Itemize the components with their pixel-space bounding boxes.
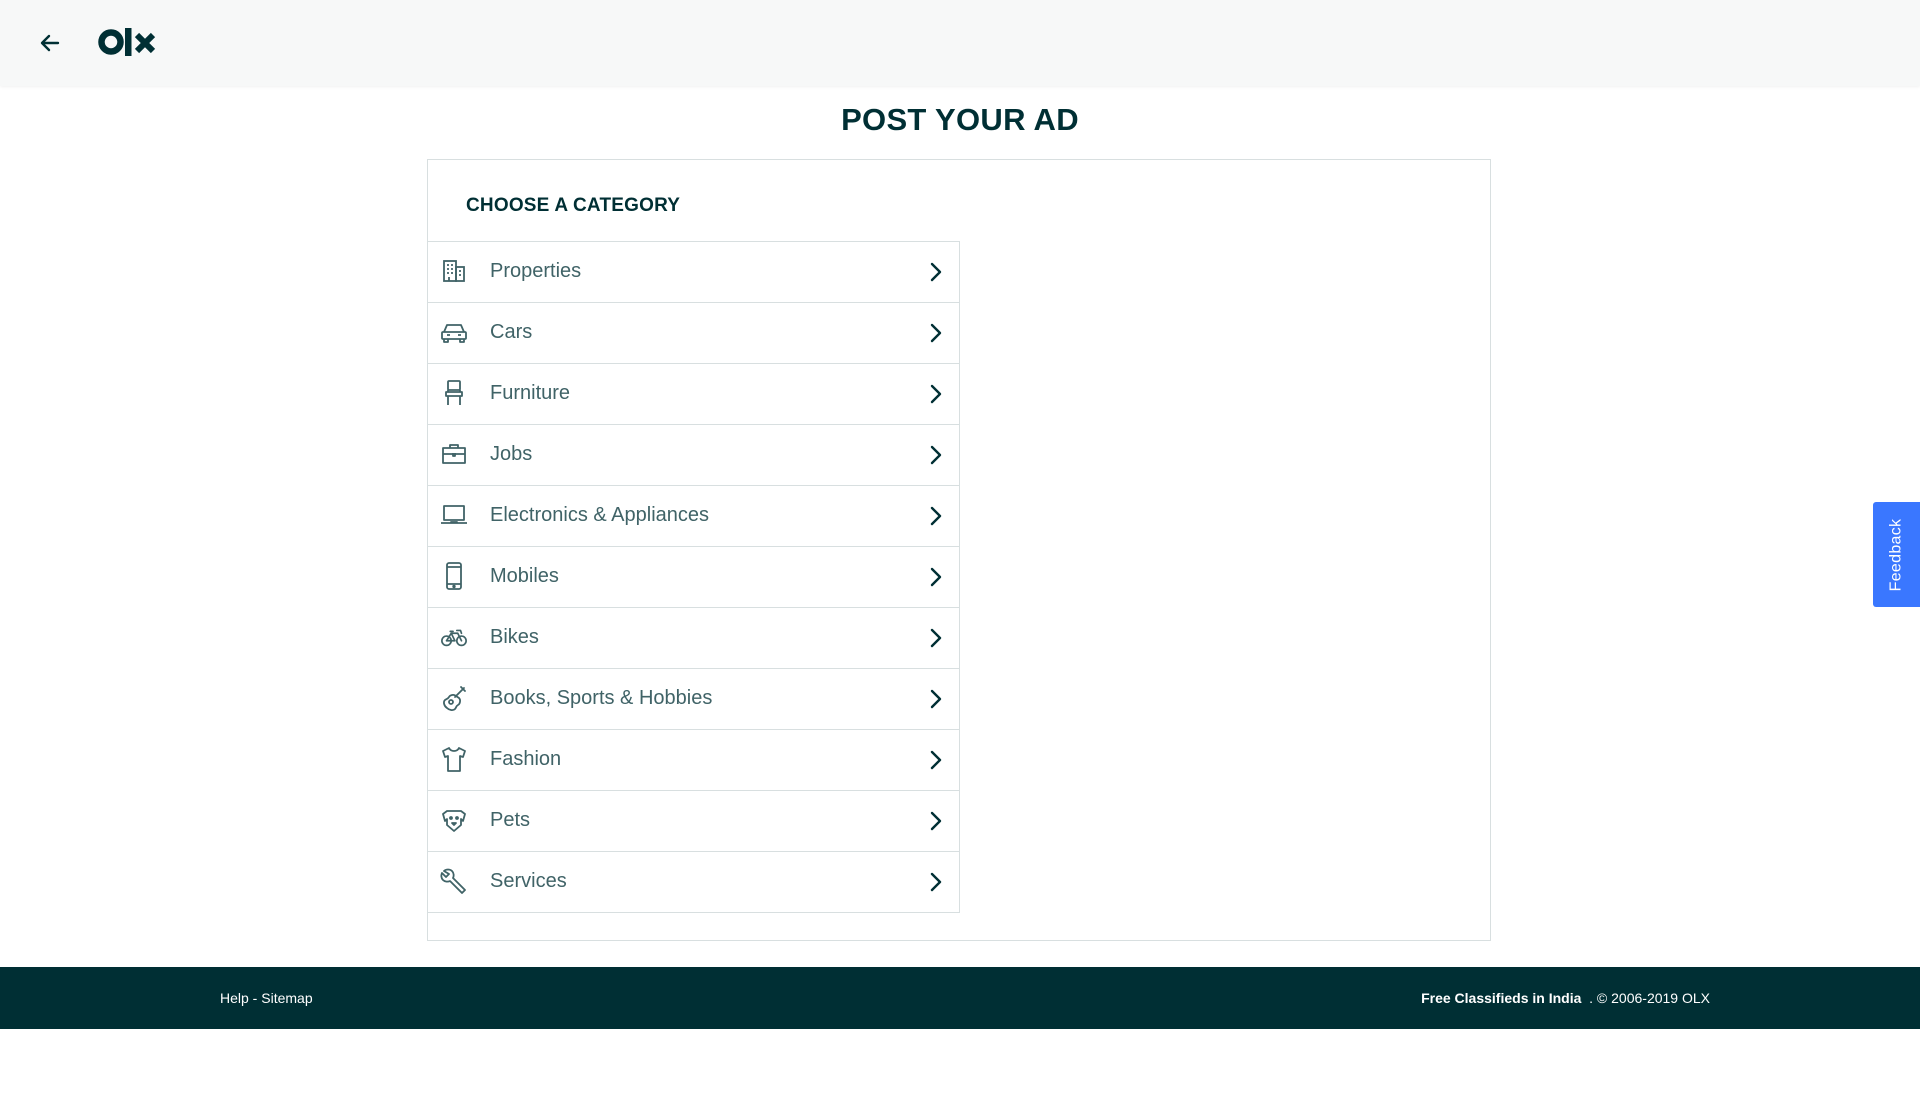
bike-icon <box>440 623 468 651</box>
laptop-icon <box>440 501 468 529</box>
briefcase-icon <box>440 440 468 468</box>
category-item-books-sports-hobbies[interactable]: Books, Sports & Hobbies <box>428 669 959 730</box>
guitar-icon <box>440 684 468 712</box>
category-item-furniture[interactable]: Furniture <box>428 364 959 425</box>
category-label: Mobiles <box>490 565 559 587</box>
category-label: Bikes <box>490 626 539 648</box>
category-label: Properties <box>490 260 582 282</box>
category-label: Services <box>490 870 567 892</box>
category-card: CHOOSE A CATEGORY Properties Cars Furnit… <box>427 159 1491 941</box>
category-label: Cars <box>490 321 533 343</box>
chevron-right-icon <box>925 382 947 406</box>
category-item-services[interactable]: Services <box>428 852 959 913</box>
footer-copyright: Free Classifieds in India . © 2006-2019 … <box>1421 990 1710 1006</box>
mobile-icon <box>440 562 468 590</box>
category-item-cars[interactable]: Cars <box>428 303 959 364</box>
category-label: Books, Sports & Hobbies <box>490 687 713 709</box>
footer-separator: - <box>248 990 262 1006</box>
wrench-icon <box>440 867 468 895</box>
category-item-properties[interactable]: Properties <box>428 242 959 303</box>
category-item-electronics[interactable]: Electronics & Appliances <box>428 486 959 547</box>
sitemap-link[interactable]: Sitemap <box>261 990 312 1006</box>
card-header: CHOOSE A CATEGORY <box>466 195 681 216</box>
category-label: Electronics & Appliances <box>490 504 710 526</box>
dog-icon <box>440 806 468 834</box>
category-item-jobs[interactable]: Jobs <box>428 425 959 486</box>
top-bar <box>0 0 1920 86</box>
category-label: Jobs <box>490 443 533 465</box>
category-item-fashion[interactable]: Fashion <box>428 730 959 791</box>
category-item-pets[interactable]: Pets <box>428 791 959 852</box>
shirt-icon <box>440 745 468 773</box>
category-item-mobiles[interactable]: Mobiles <box>428 547 959 608</box>
feedback-button[interactable]: Feedback <box>1873 502 1920 607</box>
chevron-right-icon <box>925 321 947 345</box>
olx-logo[interactable] <box>98 22 162 62</box>
category-list: Properties Cars Furniture Jobs Electroni… <box>428 241 960 913</box>
chevron-right-icon <box>925 687 947 711</box>
building-icon <box>440 257 468 285</box>
car-icon <box>440 318 468 346</box>
page-title: POST YOUR AD <box>841 102 1079 137</box>
footer: Help - Sitemap Free Classifieds in India… <box>0 967 1920 1029</box>
footer-tagline: Free Classifieds in India <box>1421 990 1582 1006</box>
chevron-right-icon <box>925 809 947 833</box>
category-label: Fashion <box>490 748 562 770</box>
copyright-text: . © 2006-2019 OLX <box>1589 990 1710 1006</box>
category-label: Pets <box>490 809 531 831</box>
back-button[interactable] <box>34 27 66 59</box>
chair-icon <box>440 379 468 407</box>
chevron-right-icon <box>925 565 947 589</box>
category-item-bikes[interactable]: Bikes <box>428 608 959 669</box>
chevron-right-icon <box>925 260 947 284</box>
olx-logo-mark <box>98 28 156 56</box>
chevron-right-icon <box>925 504 947 528</box>
footer-links: Help - Sitemap <box>220 990 313 1006</box>
chevron-right-icon <box>925 626 947 650</box>
help-link[interactable]: Help <box>220 990 249 1006</box>
chevron-right-icon <box>925 748 947 772</box>
chevron-right-icon <box>925 870 947 894</box>
feedback-label: Feedback <box>1887 518 1905 591</box>
category-label: Furniture <box>490 382 571 404</box>
chevron-right-icon <box>925 443 947 467</box>
arrow-left-icon <box>40 34 60 52</box>
